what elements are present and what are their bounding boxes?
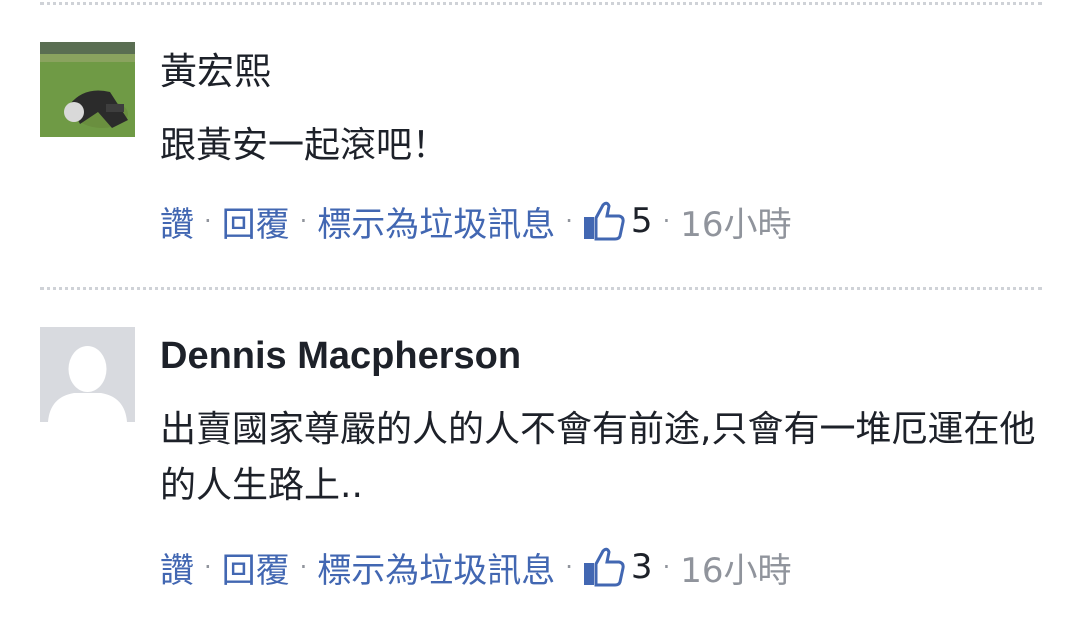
reply-button[interactable]: 回覆 [222,543,290,592]
like-button[interactable]: 讚 [160,197,194,246]
thumbs-up-icon[interactable] [583,547,625,587]
thumbs-up-icon[interactable] [583,201,625,241]
author-name[interactable]: 黃宏熙 [160,50,271,94]
like-button[interactable]: 讚 [160,543,194,592]
comment-text: 出賣國家尊嚴的人的人不會有前途,只會有一堆厄運在他的人生路上.. [160,409,1036,506]
avatar[interactable] [40,327,135,422]
mark-spam-button[interactable]: 標示為垃圾訊息 [317,197,555,246]
separator: · [204,553,212,581]
divider-middle [40,287,1042,290]
separator: · [565,207,573,235]
divider-top [40,2,1042,5]
timestamp[interactable]: 16小時 [680,197,791,246]
separator: · [299,207,308,235]
separator: · [565,553,573,581]
avatar[interactable] [40,42,135,137]
separator: · [299,553,308,581]
like-count[interactable]: 3 [631,547,653,587]
timestamp[interactable]: 16小時 [680,543,791,592]
comment-actions: 讚 · 回覆 · 標示為垃圾訊息 · 5 · 16小時 [160,196,791,246]
reply-button[interactable]: 回覆 [222,197,290,246]
comment-actions: 讚 · 回覆 · 標示為垃圾訊息 · 3 · 16小時 [160,542,791,592]
separator: · [662,207,671,235]
separator: · [204,207,212,235]
like-count[interactable]: 5 [631,201,653,241]
author-name[interactable]: Dennis Macpherson [160,334,521,378]
comment-text: 跟黃安一起滾吧！ [160,125,449,166]
mark-spam-button[interactable]: 標示為垃圾訊息 [317,543,555,592]
separator: · [662,553,671,581]
